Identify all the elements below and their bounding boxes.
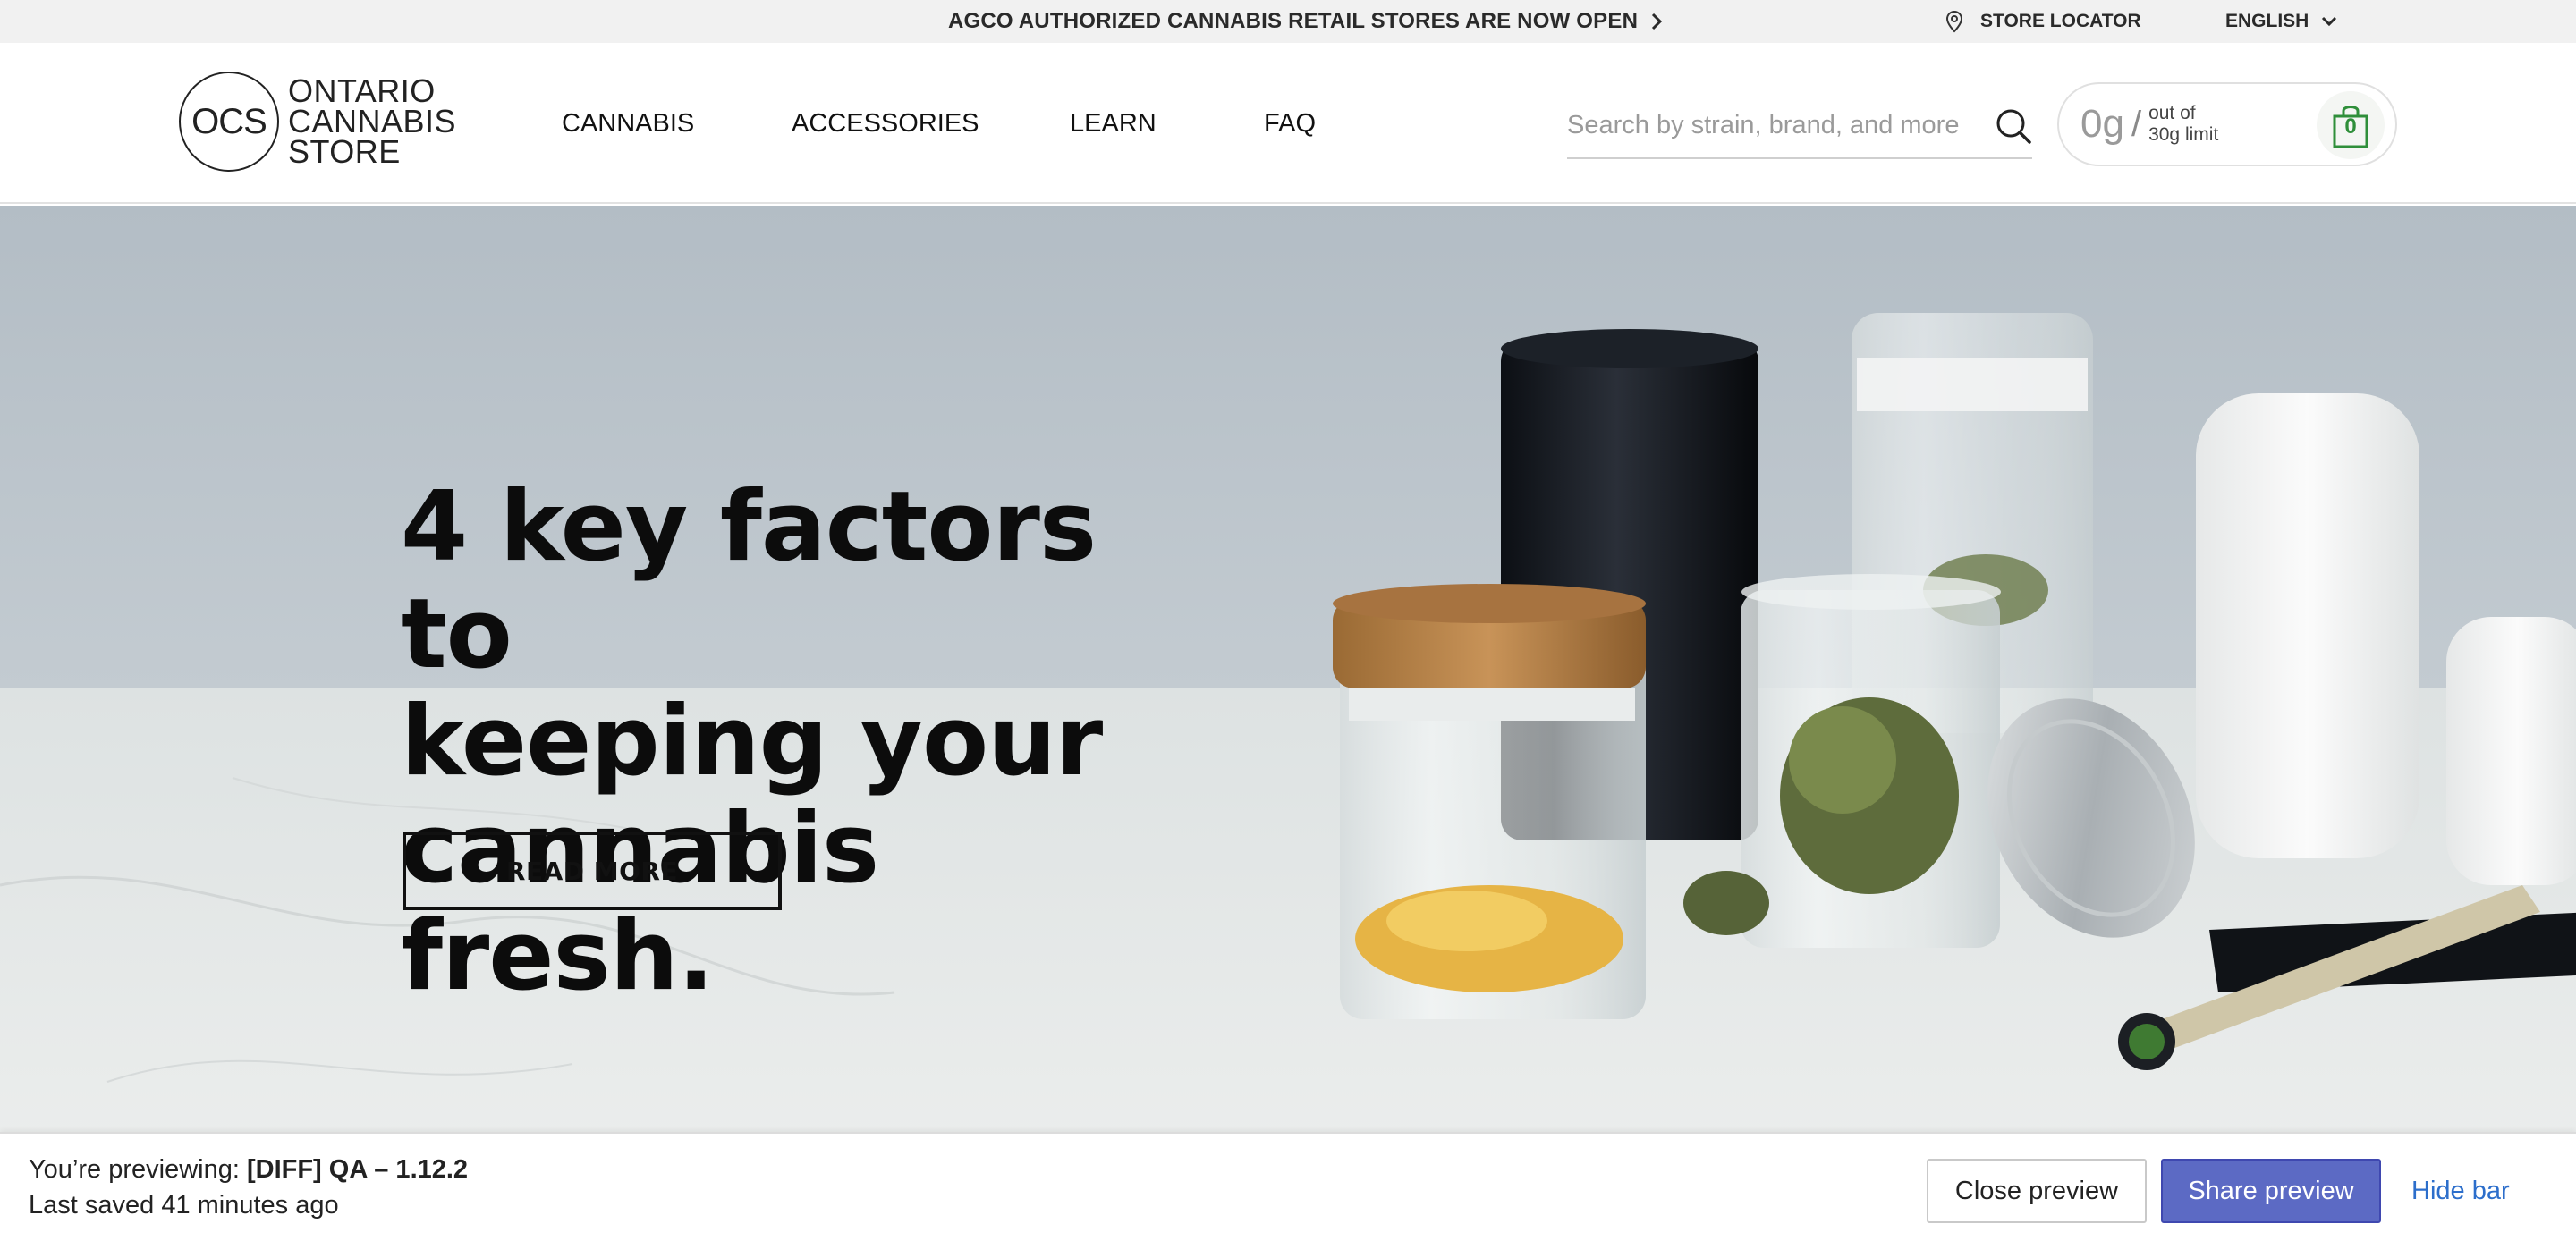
nav-item-cannabis[interactable]: CANNABIS bbox=[562, 86, 694, 161]
shopping-bag-button[interactable]: 0 bbox=[2317, 91, 2385, 159]
search-input[interactable] bbox=[1567, 98, 1979, 152]
chevron-down-icon bbox=[2322, 16, 2337, 27]
logo-line-2: CANNABIS bbox=[287, 103, 456, 139]
search-icon[interactable] bbox=[1995, 107, 2032, 145]
close-preview-button[interactable]: Close preview bbox=[1927, 1159, 2147, 1223]
logo-line-1: ONTARIO bbox=[287, 72, 436, 109]
announcement-link[interactable]: AGCO AUTHORIZED CANNABIS RETAIL STORES A… bbox=[948, 0, 1663, 43]
cart-limit-widget[interactable]: 0g / out of 30g limit 0 bbox=[2057, 82, 2397, 166]
map-pin-icon bbox=[1945, 10, 1963, 33]
language-selector[interactable]: ENGLISH bbox=[2225, 0, 2337, 43]
preview-theme-name: [DIFF] QA – 1.12.2 bbox=[246, 1155, 469, 1184]
ocs-logo[interactable]: OCS ONTARIO CANNABIS STORE bbox=[179, 70, 456, 173]
cart-limit-line-2: 30g limit bbox=[2148, 124, 2219, 145]
site-header: OCS ONTARIO CANNABIS STORE CANNABIS ACCE… bbox=[0, 43, 2576, 204]
announcement-bar: AGCO AUTHORIZED CANNABIS RETAIL STORES A… bbox=[0, 0, 2576, 43]
logo-circle: OCS bbox=[179, 72, 279, 172]
store-locator-label: STORE LOCATOR bbox=[1980, 11, 2141, 31]
hero-product-photo bbox=[0, 206, 2576, 1180]
chevron-right-icon bbox=[1652, 13, 1663, 30]
preview-last-saved: Last saved 41 minutes ago bbox=[29, 1191, 339, 1220]
store-locator-link[interactable]: STORE LOCATOR bbox=[1945, 0, 2141, 43]
preview-status: You’re previewing: [DIFF] QA – 1.12.2 bbox=[29, 1155, 468, 1185]
language-label: ENGLISH bbox=[2225, 11, 2309, 31]
cart-separator: / bbox=[2131, 104, 2142, 144]
hide-bar-link[interactable]: Hide bar bbox=[2411, 1159, 2510, 1223]
logo-line-3: STORE bbox=[287, 133, 401, 170]
nav-item-faq[interactable]: FAQ bbox=[1264, 86, 1316, 161]
read-more-button[interactable]: READ MORE bbox=[402, 832, 782, 910]
cart-limit-text: out of 30g limit bbox=[2148, 103, 2218, 146]
hero-banner: 4 key factors to keeping your cannabis f… bbox=[0, 206, 2576, 1180]
hero-title: 4 key factors to keeping your cannabis f… bbox=[401, 471, 1103, 1012]
cart-count: 0 bbox=[2344, 114, 2357, 139]
cart-amount: 0g bbox=[2080, 102, 2124, 146]
preview-prefix: You’re previewing: bbox=[29, 1155, 247, 1184]
preview-bar: You’re previewing: [DIFF] QA – 1.12.2 La… bbox=[0, 1132, 2576, 1241]
logo-wordmark: ONTARIO CANNABIS STORE bbox=[287, 72, 456, 170]
search-bar bbox=[1567, 93, 2032, 159]
nav-item-accessories[interactable]: ACCESSORIES bbox=[792, 86, 979, 161]
announcement-text: AGCO AUTHORIZED CANNABIS RETAIL STORES A… bbox=[948, 9, 1639, 33]
cart-limit-line-1: out of bbox=[2148, 103, 2196, 123]
share-preview-button[interactable]: Share preview bbox=[2161, 1159, 2381, 1223]
nav-item-learn[interactable]: LEARN bbox=[1070, 86, 1157, 161]
